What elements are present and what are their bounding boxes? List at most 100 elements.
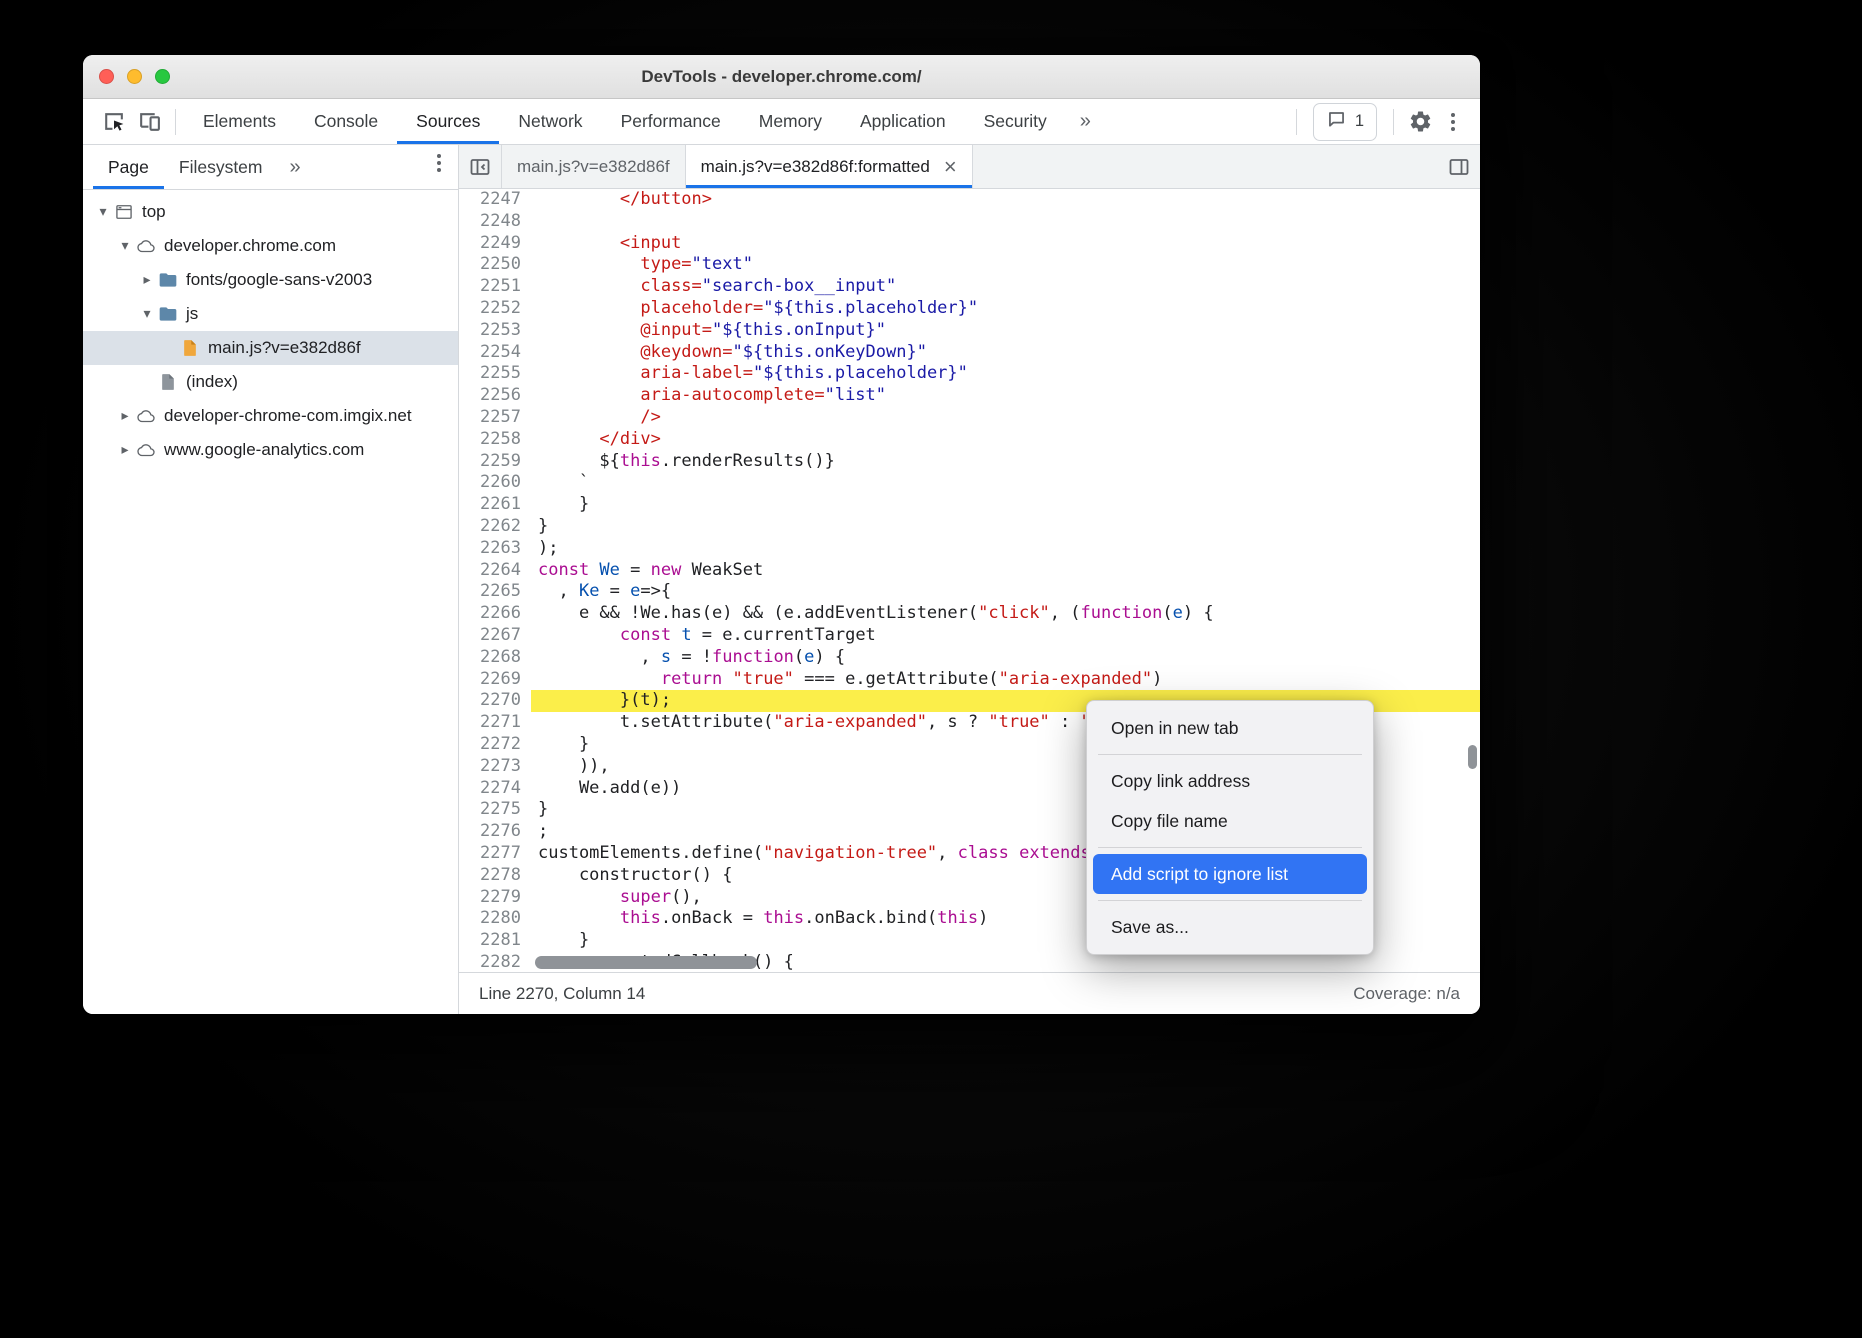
more-panels-button[interactable]: » <box>1066 99 1105 144</box>
line-number[interactable]: 2253 <box>459 320 531 342</box>
line-number[interactable]: 2282 <box>459 952 531 972</box>
line-number[interactable]: 2264 <box>459 560 531 582</box>
line-number[interactable]: 2275 <box>459 799 531 821</box>
tree-item-fonts-google-sans-v2003[interactable]: ▸fonts/google-sans-v2003 <box>83 263 458 297</box>
code-line-2261[interactable]: 2261 } <box>459 494 1480 516</box>
tree-item-main-js-v-e382d86f[interactable]: main.js?v=e382d86f <box>83 331 458 365</box>
chevron-right-icon[interactable]: ▸ <box>115 442 135 458</box>
line-number[interactable]: 2274 <box>459 778 531 800</box>
code-line-2258[interactable]: 2258 </div> <box>459 429 1480 451</box>
code-line-2250[interactable]: 2250 type="text" <box>459 254 1480 276</box>
chevron-down-icon[interactable]: ▾ <box>137 306 157 322</box>
sidebar-tab-page[interactable]: Page <box>93 145 164 189</box>
menu-item-save-as[interactable]: Save as... <box>1087 907 1373 947</box>
code-line-2264[interactable]: 2264const We = new WeakSet <box>459 560 1480 582</box>
code-line-2259[interactable]: 2259 ${this.renderResults()} <box>459 451 1480 473</box>
horizontal-scrollbar-thumb[interactable] <box>535 956 757 969</box>
tree-item-index[interactable]: (index) <box>83 365 458 399</box>
chevron-right-icon[interactable]: ▸ <box>137 272 157 288</box>
line-number[interactable]: 2262 <box>459 516 531 538</box>
code-line-2269[interactable]: 2269 return "true" === e.getAttribute("a… <box>459 669 1480 691</box>
line-number[interactable]: 2250 <box>459 254 531 276</box>
line-number[interactable]: 2258 <box>459 429 531 451</box>
code-line-2252[interactable]: 2252 placeholder="${this.placeholder}" <box>459 298 1480 320</box>
line-number[interactable]: 2271 <box>459 712 531 734</box>
chevron-down-icon[interactable]: ▾ <box>93 204 113 220</box>
line-number[interactable]: 2273 <box>459 756 531 778</box>
line-number[interactable]: 2266 <box>459 603 531 625</box>
settings-gear-icon[interactable] <box>1402 104 1438 140</box>
line-number[interactable]: 2257 <box>459 407 531 429</box>
code-line-2254[interactable]: 2254 @keydown="${this.onKeyDown}" <box>459 342 1480 364</box>
line-number[interactable]: 2272 <box>459 734 531 756</box>
code-line-2268[interactable]: 2268 , s = !function(e) { <box>459 647 1480 669</box>
code-line-2256[interactable]: 2256 aria-autocomplete="list" <box>459 385 1480 407</box>
close-tab-icon[interactable]: × <box>944 156 957 178</box>
tree-item-js[interactable]: ▾js <box>83 297 458 331</box>
line-number[interactable]: 2263 <box>459 538 531 560</box>
tree-item-developer-chrome-com[interactable]: ▾developer.chrome.com <box>83 229 458 263</box>
kebab-menu-icon[interactable] <box>1438 104 1468 140</box>
tree-item-developer-chrome-com-imgix-net[interactable]: ▸developer-chrome-com.imgix.net <box>83 399 458 433</box>
line-number[interactable]: 2251 <box>459 276 531 298</box>
line-number[interactable]: 2255 <box>459 363 531 385</box>
line-number[interactable]: 2277 <box>459 843 531 865</box>
code-line-2249[interactable]: 2249 <input <box>459 233 1480 255</box>
inspect-element-icon[interactable] <box>95 104 131 140</box>
panel-tab-console[interactable]: Console <box>295 99 397 144</box>
code-line-2260[interactable]: 2260 ` <box>459 472 1480 494</box>
code-line-2248[interactable]: 2248 <box>459 211 1480 233</box>
editor-tab-main-js-v-e382d86f[interactable]: main.js?v=e382d86f <box>502 145 686 188</box>
vertical-scrollbar-thumb[interactable] <box>1468 745 1477 769</box>
code-line-2265[interactable]: 2265 , Ke = e=>{ <box>459 581 1480 603</box>
more-navigator-tabs-button[interactable]: » <box>278 145 313 189</box>
chevron-down-icon[interactable]: ▾ <box>115 238 135 254</box>
panel-tab-sources[interactable]: Sources <box>397 99 499 144</box>
line-number[interactable]: 2247 <box>459 189 531 211</box>
line-number[interactable]: 2249 <box>459 233 531 255</box>
line-number[interactable]: 2261 <box>459 494 531 516</box>
chevron-right-icon[interactable]: ▸ <box>115 408 135 424</box>
code-line-2255[interactable]: 2255 aria-label="${this.placeholder}" <box>459 363 1480 385</box>
menu-item-copy-file-name[interactable]: Copy file name <box>1087 801 1373 841</box>
panel-tab-network[interactable]: Network <box>499 99 601 144</box>
toggle-debugger-sidebar-icon[interactable] <box>1438 145 1480 188</box>
line-number[interactable]: 2276 <box>459 821 531 843</box>
collapse-navigator-icon[interactable] <box>459 145 501 188</box>
line-number[interactable]: 2280 <box>459 908 531 930</box>
code-line-2253[interactable]: 2253 @input="${this.onInput}" <box>459 320 1480 342</box>
panel-tab-memory[interactable]: Memory <box>740 99 841 144</box>
device-toolbar-icon[interactable] <box>131 104 167 140</box>
titlebar[interactable]: DevTools - developer.chrome.com/ <box>83 55 1480 99</box>
panel-tab-performance[interactable]: Performance <box>602 99 740 144</box>
code-line-2247[interactable]: 2247 </button> <box>459 189 1480 211</box>
menu-item-copy-link-address[interactable]: Copy link address <box>1087 761 1373 801</box>
line-number[interactable]: 2259 <box>459 451 531 473</box>
line-number[interactable]: 2260 <box>459 472 531 494</box>
close-window-button[interactable] <box>99 69 114 84</box>
line-number[interactable]: 2281 <box>459 930 531 952</box>
line-number[interactable]: 2270 <box>459 690 531 712</box>
code-line-2267[interactable]: 2267 const t = e.currentTarget <box>459 625 1480 647</box>
navigator-kebab-icon[interactable] <box>428 145 458 181</box>
line-number[interactable]: 2279 <box>459 887 531 909</box>
menu-item-add-script-to-ignore-list[interactable]: Add script to ignore list <box>1093 854 1367 894</box>
minimize-window-button[interactable] <box>127 69 142 84</box>
line-number[interactable]: 2268 <box>459 647 531 669</box>
console-messages-button[interactable]: 1 <box>1313 103 1377 141</box>
line-number[interactable]: 2278 <box>459 865 531 887</box>
menu-item-open-in-new-tab[interactable]: Open in new tab <box>1087 708 1373 748</box>
line-number[interactable]: 2254 <box>459 342 531 364</box>
line-number[interactable]: 2267 <box>459 625 531 647</box>
panel-tab-security[interactable]: Security <box>965 99 1066 144</box>
code-line-2263[interactable]: 2263); <box>459 538 1480 560</box>
code-line-2251[interactable]: 2251 class="search-box__input" <box>459 276 1480 298</box>
code-line-2266[interactable]: 2266 e && !We.has(e) && (e.addEventListe… <box>459 603 1480 625</box>
line-number[interactable]: 2248 <box>459 211 531 233</box>
panel-tab-elements[interactable]: Elements <box>184 99 295 144</box>
editor-tab-main-js-v-e382d86f-formatted[interactable]: main.js?v=e382d86f:formatted× <box>686 145 973 188</box>
sidebar-tab-filesystem[interactable]: Filesystem <box>164 145 278 189</box>
code-line-2257[interactable]: 2257 /> <box>459 407 1480 429</box>
tree-item-top[interactable]: ▾top <box>83 195 458 229</box>
line-number[interactable]: 2269 <box>459 669 531 691</box>
